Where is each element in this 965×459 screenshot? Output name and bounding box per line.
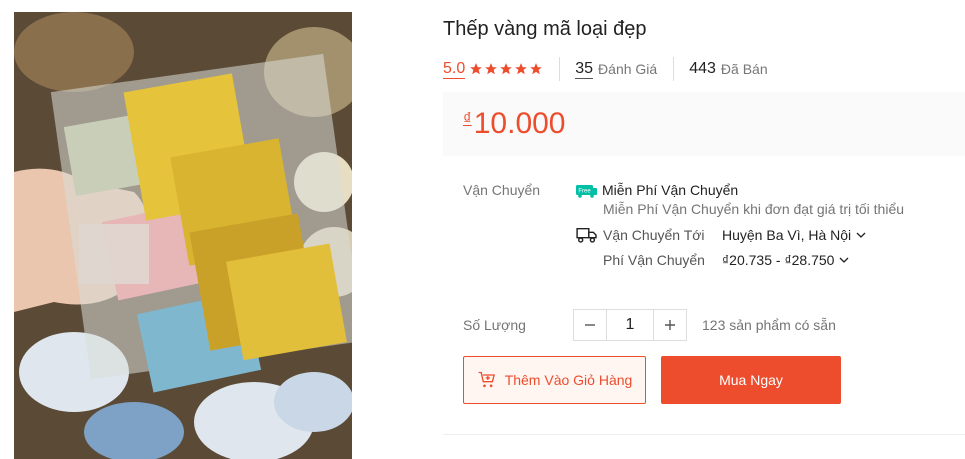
ship-to-label: Vận Chuyển Tới <box>603 227 705 243</box>
stock-text: 123 sản phẩm có sẵn <box>702 317 836 333</box>
rating-score[interactable]: 5.0 <box>443 60 466 79</box>
ship-fee-dropdown[interactable]: ₫20.735 - ₫28.750 <box>722 252 850 268</box>
ship-fee-value: ₫20.735 - ₫28.750 <box>722 252 835 268</box>
divider <box>559 57 561 81</box>
product-photo <box>14 12 352 459</box>
shipping-label: Vận Chuyển <box>463 182 541 198</box>
rating-stars <box>469 62 543 76</box>
chevron-down-icon <box>856 232 866 238</box>
price-value: 10.000 <box>473 107 566 140</box>
star-icon <box>500 63 513 75</box>
price-box: ₫ 10.000 <box>443 92 965 156</box>
truck-icon <box>576 227 597 243</box>
quantity-input[interactable] <box>606 310 654 340</box>
sold-count: 443 <box>689 60 716 77</box>
ship-to-dropdown[interactable]: Huyện Ba Vì, Hà Nội <box>722 227 867 243</box>
ship-fee-row: Phí Vận Chuyển ₫20.735 - ₫28.750 <box>603 252 850 268</box>
quantity-label: Số Lượng <box>463 317 526 333</box>
free-shipping-subtitle: Miễn Phí Vận Chuyển khi đơn đạt giá trị … <box>603 201 905 217</box>
star-icon <box>530 63 543 75</box>
buy-now-button[interactable]: Mua Ngay <box>661 356 841 404</box>
reviews-count[interactable]: 35 <box>575 60 594 79</box>
chevron-down-icon <box>839 257 849 263</box>
quantity-stepper <box>573 309 687 341</box>
add-to-cart-button[interactable]: Thêm Vào Giỏ Hàng <box>463 356 646 404</box>
rating-row: 5.0 35 Đánh Giá 443 Đã Bán <box>443 57 784 81</box>
star-icon <box>470 63 483 75</box>
star-icon <box>485 63 498 75</box>
price-currency: ₫ <box>463 109 472 128</box>
minus-icon <box>585 324 595 326</box>
plus-icon <box>665 320 675 330</box>
quantity-increase-button[interactable] <box>654 310 686 340</box>
star-icon <box>515 63 528 75</box>
free-shipping-row: Free Miễn Phí Vận Chuyển <box>576 182 738 198</box>
free-shipping-icon: Free <box>576 185 597 198</box>
ship-to-value: Huyện Ba Vì, Hà Nội <box>722 227 852 243</box>
free-shipping-title: Miễn Phí Vận Chuyển <box>602 182 739 198</box>
section-divider <box>443 434 965 435</box>
ship-fee-label: Phí Vận Chuyển <box>603 252 705 268</box>
free-badge-text: Free <box>578 189 591 195</box>
product-title: Thếp vàng mã loại đẹp <box>443 18 647 40</box>
quantity-decrease-button[interactable] <box>574 310 606 340</box>
reviews-label: Đánh Giá <box>598 61 658 77</box>
product-image[interactable] <box>14 12 352 459</box>
ship-to-row: Vận Chuyển Tới Huyện Ba Vì, Hà Nội <box>576 226 867 244</box>
add-cart-icon <box>478 371 495 388</box>
divider <box>673 57 675 81</box>
add-to-cart-label: Thêm Vào Giỏ Hàng <box>504 372 633 388</box>
sold-label: Đã Bán <box>720 61 768 77</box>
